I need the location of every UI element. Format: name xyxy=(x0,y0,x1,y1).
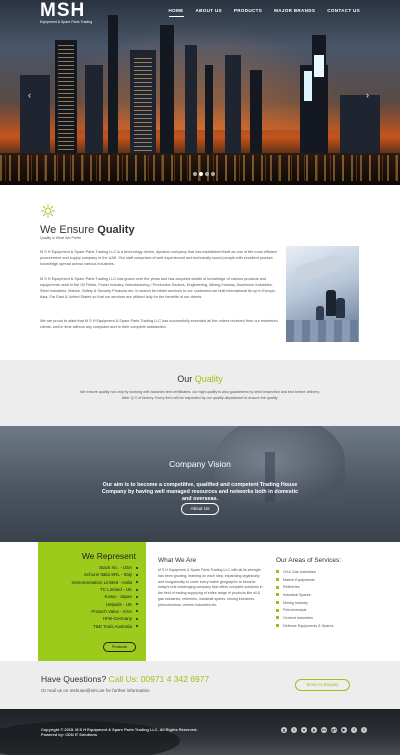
send-enquiry-button[interactable]: Send An Enquiry xyxy=(295,679,350,691)
questions-subtext: Or mail us on mshuae@eim.ae for further … xyxy=(41,688,150,693)
represent-list: Stack Inc. - USA Schurie Italia SRL - It… xyxy=(40,564,138,630)
list-item: Protech Valve - KSA xyxy=(40,608,138,615)
areas-heading: Our Areas of Services: xyxy=(276,557,342,564)
slider-dot[interactable] xyxy=(193,172,197,176)
handshake-chess-image xyxy=(286,246,359,342)
twitter-icon[interactable]: t xyxy=(361,727,367,733)
nav-contact-us[interactable]: CONTACT US xyxy=(327,8,360,17)
slider-dot[interactable] xyxy=(205,172,209,176)
slider-next-icon[interactable]: › xyxy=(366,90,369,100)
pinterest-icon[interactable]: p xyxy=(311,727,317,733)
tripadvisor-icon[interactable]: o xyxy=(301,727,307,733)
list-item: Industrial Spares xyxy=(276,591,376,599)
powered-by-line[interactable]: Powered by: CDN IT Solutions xyxy=(41,732,197,737)
logo-tagline: Equipment & Spare Parts Trading xyxy=(40,20,93,24)
list-item: Oil & Gas Industries xyxy=(276,568,376,576)
list-item: TC Limited - UK xyxy=(40,586,138,593)
list-item: Cement Industries xyxy=(276,614,376,622)
nav-about-us[interactable]: ABOUT US xyxy=(196,8,222,17)
list-item: Helpalis - UK xyxy=(40,600,138,607)
main-menu: HOME ABOUT US PRODUCTS MAJOR BRANDS CONT… xyxy=(168,8,360,17)
brand-logo[interactable]: MSH Equipment & Spare Parts Trading xyxy=(40,0,110,24)
city-lights xyxy=(0,155,400,181)
our-quality-heading: Our Quality xyxy=(177,374,223,384)
areas-list: Oil & Gas Industries Marine Equipments R… xyxy=(276,568,376,630)
our-quality-text: We ensure quality not only by working wi… xyxy=(80,390,320,400)
sun-icon xyxy=(41,204,55,218)
list-item: Defence Equipments & Spares xyxy=(276,622,376,630)
ensure-subheading: Quality is What We Prefer xyxy=(40,236,82,240)
copyright-text: Copyright © 2015. M S H Equipment & Spar… xyxy=(41,727,197,737)
experience-paragraph: M S H Equipment & Spare Parts Trading LL… xyxy=(40,277,276,300)
top-navbar: MSH Equipment & Spare Parts Trading HOME… xyxy=(0,0,400,24)
slider-dots xyxy=(193,172,215,176)
list-item: Kowa - Japan xyxy=(40,593,138,600)
list-item: Refineries xyxy=(276,583,376,591)
slider-dot[interactable] xyxy=(211,172,215,176)
list-item: Stack Inc. - USA xyxy=(40,564,138,571)
social-links: g t o p in g+ ▶ f t xyxy=(281,727,367,733)
questions-heading: Have Questions? Call Us: 00971 4 342 697… xyxy=(41,674,210,684)
youtube-icon[interactable]: ▶ xyxy=(341,727,347,733)
vision-text: Our aim is to become a competitive, qual… xyxy=(101,482,299,502)
nav-home[interactable]: HOME xyxy=(168,8,184,17)
slider-dot-active[interactable] xyxy=(199,172,203,176)
google-plus-icon[interactable]: g+ xyxy=(331,727,337,733)
facebook-icon[interactable]: f xyxy=(351,727,357,733)
what-we-are-heading: What We Are xyxy=(158,557,197,564)
tumblr-icon[interactable]: t xyxy=(291,727,297,733)
list-item: Mining Industry xyxy=(276,599,376,607)
products-button[interactable]: Products xyxy=(103,642,136,652)
github-icon[interactable]: g xyxy=(281,727,287,733)
list-item: Instrumentation Limited - India xyxy=(40,579,138,586)
we-represent-heading: We Represent xyxy=(81,551,136,561)
intro-paragraph: M S H Equipment & Spare Parts Trading LL… xyxy=(40,250,277,267)
slider-prev-icon[interactable]: ‹ xyxy=(28,90,31,100)
nav-products[interactable]: PRODUCTS xyxy=(234,8,262,17)
about-us-button[interactable]: About Us xyxy=(181,503,219,515)
ensure-quality-heading: We Ensure Quality xyxy=(40,224,135,236)
what-we-are-text: M S H Equipment & Spare Parts Trading LL… xyxy=(158,568,263,607)
list-item: Schurie Italia SRL - Italy xyxy=(40,571,138,578)
linkedin-icon[interactable]: in xyxy=(321,727,327,733)
list-item: HFB-Germany xyxy=(40,615,138,622)
vision-heading: Company Vision xyxy=(169,459,231,469)
list-item: Petrochemical xyxy=(276,606,376,614)
list-item: T&E Tools Australia xyxy=(40,622,138,629)
nav-major-brands[interactable]: MAJOR BRANDS xyxy=(274,8,315,17)
proud-paragraph: We are proud to state that M S H Equipme… xyxy=(40,319,278,330)
list-item: Marine Equipments xyxy=(276,576,376,584)
logo-text: MSH xyxy=(40,0,86,21)
hero-slider: MSH Equipment & Spare Parts Trading HOME… xyxy=(0,0,400,185)
